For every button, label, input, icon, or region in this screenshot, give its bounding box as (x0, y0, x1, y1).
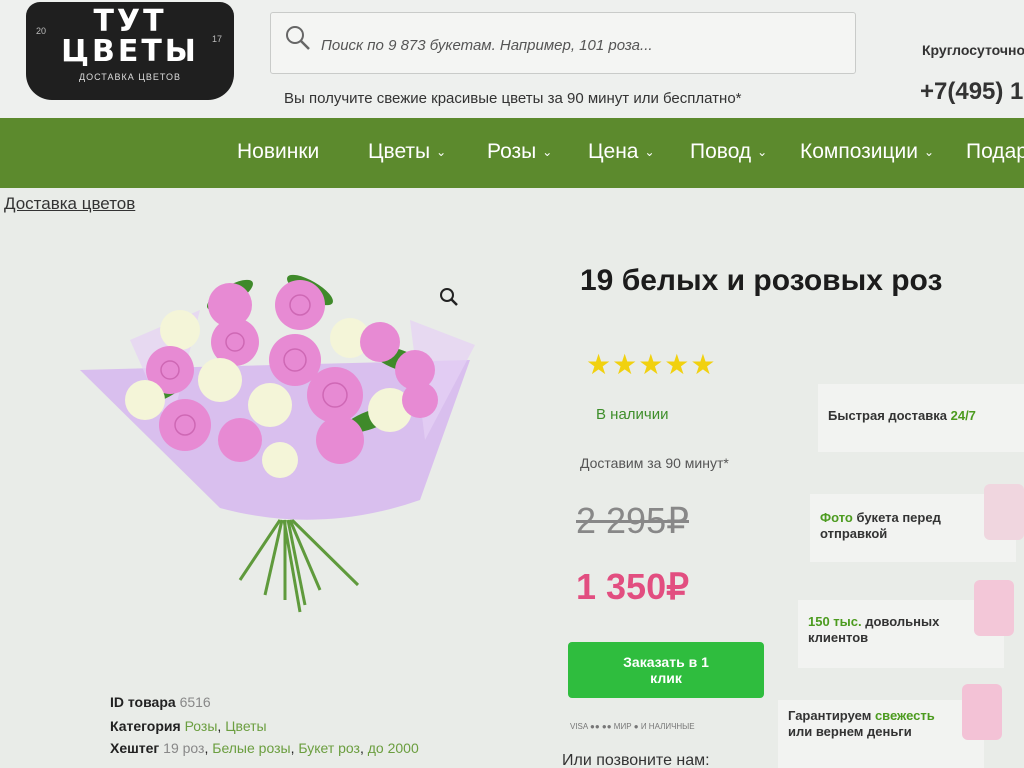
nav-label: Новинки (237, 140, 320, 163)
nav-label: Повод (690, 140, 752, 163)
advantage-text: Гарантируем свежесть или вернем деньги (788, 708, 935, 740)
delivery-time: Доставим за 90 минут* (580, 455, 729, 471)
hashtag-label: Хештег (110, 740, 160, 756)
advantage-highlight: свежесть (874, 708, 935, 723)
category-label: Категория (110, 718, 181, 734)
guarantee-thumbnail (962, 684, 1002, 740)
category-row: Категория Розы, Цветы (110, 718, 267, 734)
header-tagline: Вы получите свежие красивые цветы за 90 … (284, 90, 742, 107)
search-icon (286, 26, 310, 50)
chevron-down-icon: ⌄ (436, 145, 447, 160)
chevron-down-icon: ⌄ (757, 145, 768, 160)
main-nav: Новинки Цветы ⌄ Розы ⌄ Цена ⌄ Повод ⌄ Композ… (0, 118, 1024, 188)
chevron-down-icon: ⌄ (542, 145, 553, 160)
hashtag-plain[interactable]: 19 роз (163, 740, 204, 756)
nav-label: Розы (487, 140, 537, 163)
header-hours: Круглосуточно (922, 42, 1024, 58)
advantage-text-part: Гарантируем (788, 708, 875, 723)
stock-status: В наличии (596, 406, 669, 423)
order-button-line-2: клик (650, 670, 682, 686)
payment-methods: VISA ●● ●● МИР ● И НАЛИЧНЫЕ (570, 722, 695, 731)
search-box[interactable]: Поиск по 9 873 букетам. Например, 101 ро… (270, 12, 856, 74)
product-id-label: ID товара (110, 694, 176, 710)
advantage-fast-delivery: Быстрая доставка 24/7 (818, 384, 1024, 452)
rating-stars: ★★★★★ (586, 349, 717, 380)
advantage-text: Быстрая доставка 24/7 (828, 408, 976, 424)
search-input[interactable]: Поиск по 9 873 букетам. Например, 101 ро… (321, 37, 653, 54)
advantage-guarantee: Гарантируем свежесть или вернем деньги (778, 700, 984, 768)
hashtag-link[interactable]: Букет роз (298, 740, 360, 756)
advantage-text-part: отправкой (820, 526, 888, 541)
call-label: Или позвоните нам: (562, 752, 710, 768)
advantage-text-part: Быстрая доставка (828, 408, 951, 423)
product-id-value: 6516 (179, 694, 211, 710)
advantage-highlight: Фото (820, 510, 853, 525)
new-price: 1 350₽ (576, 566, 689, 607)
hashtag-row: Хештег 19 роз, Белые розы, Букет роз, до… (110, 740, 419, 756)
nav-item-rozy[interactable]: Розы ⌄ (487, 140, 552, 164)
nav-item-cvety[interactable]: Цветы ⌄ (368, 140, 446, 164)
header-phone[interactable]: +7(495) 1 (920, 78, 1023, 106)
advantage-text: Фото букета перед отправкой (820, 510, 941, 542)
chevron-down-icon: ⌄ (924, 145, 935, 160)
order-button-line-1: Заказать в 1 (623, 654, 709, 670)
product-image[interactable] (70, 250, 490, 630)
zoom-icon[interactable] (438, 286, 460, 308)
nav-item-podarki[interactable]: Подар (966, 140, 1024, 164)
category-link[interactable]: Розы (185, 718, 218, 734)
clients-thumbnail (974, 580, 1014, 636)
nav-item-novinki[interactable]: Новинки (237, 140, 319, 164)
site-logo[interactable]: 20 ТУТ ЦВЕТЫ 17 ДОСТАВКА ЦВЕТОВ (26, 2, 234, 100)
advantage-text-part: довольных (861, 614, 940, 629)
advantage-text-part: букета перед (852, 510, 941, 525)
breadcrumb[interactable]: Доставка цветов (4, 194, 135, 214)
hashtag-link[interactable]: Белые розы (212, 740, 290, 756)
category-link[interactable]: Цветы (225, 718, 266, 734)
nav-label: Подар (966, 140, 1024, 163)
logo-line-2: ЦВЕТЫ (61, 34, 199, 69)
photo-thumbnail (984, 484, 1024, 540)
product-title: 19 белых и розовых роз (580, 264, 943, 297)
nav-label: Цена (588, 140, 639, 163)
advantage-text-part: клиентов (808, 630, 869, 645)
logo-subtitle: ДОСТАВКА ЦВЕТОВ (78, 72, 181, 82)
advantage-highlight: 150 тыс. (808, 614, 862, 629)
old-price: 2 295₽ (576, 500, 689, 541)
hashtag-link[interactable]: до 2000 (368, 740, 419, 756)
logo-number-right: 17 (211, 34, 222, 44)
advantage-highlight: 24/7 (950, 408, 976, 423)
nav-item-kompozicii[interactable]: Композиции ⌄ (800, 140, 934, 164)
chevron-down-icon: ⌄ (644, 145, 655, 160)
nav-label: Цветы (368, 140, 431, 163)
order-one-click-button[interactable]: Заказать в 1 клик (568, 642, 764, 698)
product-id-row: ID товара 6516 (110, 694, 211, 710)
nav-label: Композиции (800, 140, 919, 163)
advantage-text-part: или вернем деньги (788, 724, 912, 739)
nav-item-povod[interactable]: Повод ⌄ (690, 140, 767, 164)
site-header: 20 ТУТ ЦВЕТЫ 17 ДОСТАВКА ЦВЕТОВ Поиск по… (0, 0, 1024, 118)
advantage-text: 150 тыс. довольных клиентов (808, 614, 939, 646)
nav-item-cena[interactable]: Цена ⌄ (588, 140, 655, 164)
